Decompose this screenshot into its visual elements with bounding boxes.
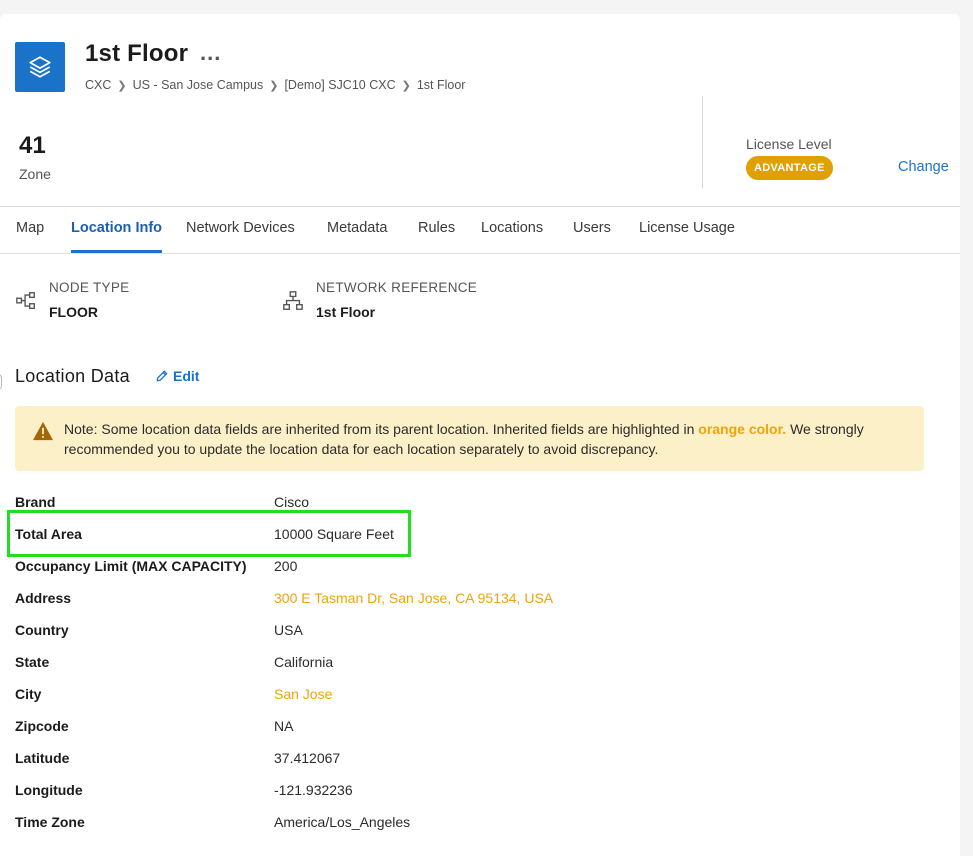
note-text-prefix: Note: Some location data fields are inhe… <box>64 421 699 437</box>
pencil-icon <box>156 370 168 382</box>
field-value: -121.932236 <box>274 782 353 798</box>
chevron-right-icon: ❯ <box>401 79 411 92</box>
field-key: City <box>15 686 42 702</box>
chevron-right-icon: ❯ <box>117 79 127 92</box>
network-reference-value: 1st Floor <box>316 304 376 320</box>
tab-locations[interactable]: Locations <box>481 207 543 253</box>
field-value: 200 <box>274 558 298 574</box>
note-text: Note: Some location data fields are inhe… <box>64 419 894 459</box>
zone-count: 41 <box>19 132 46 159</box>
note-text-highlight: orange color. <box>698 421 787 437</box>
breadcrumb-item[interactable]: CXC <box>85 78 111 92</box>
field-key: Country <box>15 622 69 638</box>
edit-label: Edit <box>173 368 200 384</box>
field-value: America/Los_Angeles <box>274 814 411 830</box>
breadcrumb-item-current: 1st Floor <box>416 78 466 92</box>
vertical-divider <box>702 96 703 188</box>
field-key: Brand <box>15 494 56 510</box>
more-options-button[interactable]: ... <box>200 40 221 66</box>
field-key: Zipcode <box>15 718 69 734</box>
network-reference-label: NETWORK REFERENCE <box>316 280 478 295</box>
field-value: NA <box>274 718 294 734</box>
layers-icon <box>15 42 65 92</box>
license-level-badge: ADVANTAGE <box>746 156 833 180</box>
location-data-title: Location Data <box>15 366 130 386</box>
breadcrumb-item[interactable]: US - San Jose Campus <box>133 78 264 92</box>
field-row: Time Zone America/Los_Angeles <box>15 812 915 844</box>
license-level-label: License Level <box>746 136 832 152</box>
field-key: Occupancy Limit (MAX CAPACITY) <box>15 558 247 574</box>
field-value: Cisco <box>274 494 310 510</box>
field-value: 37.412067 <box>274 750 341 766</box>
tab-metadata[interactable]: Metadata <box>327 207 387 253</box>
tab-bar: Map Location Info Network Devices Metada… <box>0 207 960 254</box>
tab-license-usage[interactable]: License Usage <box>639 207 735 253</box>
field-key: Latitude <box>15 750 70 766</box>
field-key: Longitude <box>15 782 83 798</box>
chevron-right-icon: ❯ <box>269 79 279 92</box>
field-row: State California <box>15 652 915 684</box>
collapse-handle[interactable] <box>0 374 2 390</box>
field-row: Latitude 37.412067 <box>15 748 915 780</box>
tab-location-info[interactable]: Location Info <box>71 207 163 253</box>
field-key: Address <box>15 590 72 606</box>
field-row: Address 300 E Tasman Dr, San Jose, CA 95… <box>15 588 915 620</box>
highlight-box <box>7 510 411 557</box>
field-value-inherited: 300 E Tasman Dr, San Jose, CA 95134, USA <box>274 590 554 606</box>
node-type-label: NODE TYPE <box>49 280 130 295</box>
edit-location-button[interactable]: Edit <box>155 368 199 384</box>
field-value: California <box>274 654 334 670</box>
field-row: Country USA <box>15 620 915 652</box>
zone-count-label: Zone <box>19 166 51 182</box>
hierarchy-icon <box>16 292 35 310</box>
field-row: City San Jose <box>15 684 915 716</box>
field-key: State <box>15 654 50 670</box>
page-title: 1st Floor <box>85 40 189 67</box>
field-value: USA <box>274 622 303 638</box>
field-row: Zipcode NA <box>15 716 915 748</box>
tab-users[interactable]: Users <box>573 207 611 253</box>
change-license-link[interactable]: Change <box>898 159 949 175</box>
field-row: Occupancy Limit (MAX CAPACITY) 200 <box>15 556 915 588</box>
network-icon <box>283 291 303 310</box>
field-value-inherited: San Jose <box>274 686 333 702</box>
tab-map[interactable]: Map <box>16 207 44 253</box>
breadcrumb: CXC ❯ US - San Jose Campus ❯ [Demo] SJC1… <box>85 78 465 92</box>
tab-network-devices[interactable]: Network Devices <box>186 207 295 253</box>
field-row: Longitude -121.932236 <box>15 780 915 812</box>
tab-rules[interactable]: Rules <box>418 207 455 253</box>
node-type-value: FLOOR <box>49 304 98 320</box>
inheritance-note: Note: Some location data fields are inhe… <box>15 406 924 471</box>
field-key: Time Zone <box>15 814 85 830</box>
main-card: 1st Floor ... CXC ❯ US - San Jose Campus… <box>0 14 960 856</box>
breadcrumb-item[interactable]: [Demo] SJC10 CXC <box>284 78 395 92</box>
warning-icon <box>33 421 53 441</box>
